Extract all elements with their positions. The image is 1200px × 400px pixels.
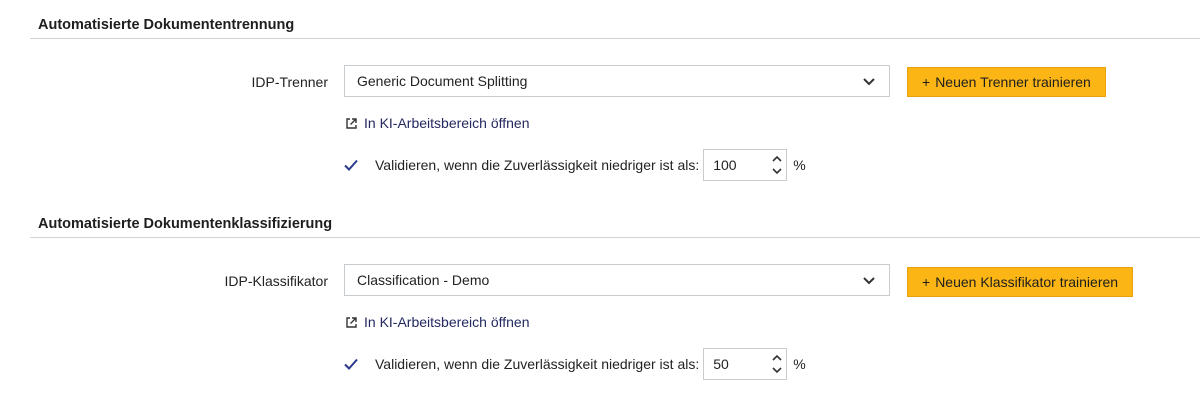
section-title-document-classification: Automatisierte Dokumentenklassifizierung: [38, 216, 333, 232]
threshold-stepper-classifier[interactable]: 50: [703, 348, 788, 380]
validate-row-splitter: Validieren, wenn die Zuverlässigkeit nie…: [343, 149, 806, 181]
open-ai-workspace-link-splitter[interactable]: In KI-Arbeitsbereich öffnen: [345, 115, 530, 131]
train-splitter-button[interactable]: + Neuen Trenner trainieren: [907, 67, 1106, 97]
stepper-down-icon[interactable]: [772, 168, 782, 174]
stepper-down-icon[interactable]: [772, 367, 782, 373]
section-title-document-splitting: Automatisierte Dokumententrennung: [38, 17, 295, 33]
section-divider: [30, 38, 1200, 39]
percent-unit: %: [793, 356, 806, 372]
chevron-down-icon: [863, 277, 875, 285]
checkmark-icon: [344, 358, 358, 370]
validate-checkbox-classifier[interactable]: [343, 356, 359, 372]
plus-icon: +: [922, 74, 931, 90]
validate-row-classifier: Validieren, wenn die Zuverlässigkeit nie…: [343, 348, 806, 380]
idp-splitter-label: IDP-Trenner: [251, 74, 328, 90]
checkmark-icon: [344, 159, 358, 171]
threshold-value-classifier[interactable]: 50: [704, 356, 768, 372]
open-ai-workspace-link-label: In KI-Arbeitsbereich öffnen: [364, 314, 530, 330]
threshold-value-splitter[interactable]: 100: [704, 157, 768, 173]
idp-splitter-select[interactable]: Generic Document Splitting: [344, 65, 890, 97]
idp-classifier-select[interactable]: Classification - Demo: [344, 264, 890, 296]
plus-icon: +: [922, 274, 931, 290]
percent-unit: %: [793, 157, 806, 173]
idp-classifier-select-value: Classification - Demo: [357, 272, 490, 288]
external-link-icon: [346, 117, 357, 129]
validate-label-splitter: Validieren, wenn die Zuverlässigkeit nie…: [375, 157, 700, 173]
validate-checkbox-splitter[interactable]: [343, 157, 359, 173]
train-classifier-button[interactable]: + Neuen Klassifikator trainieren: [907, 267, 1134, 297]
chevron-down-icon: [863, 78, 875, 86]
idp-classifier-label: IDP-Klassifikator: [224, 273, 328, 289]
validate-label-classifier: Validieren, wenn die Zuverlässigkeit nie…: [375, 356, 700, 372]
open-ai-workspace-link-classifier[interactable]: In KI-Arbeitsbereich öffnen: [345, 314, 530, 330]
train-classifier-button-label: Neuen Klassifikator trainieren: [935, 274, 1119, 290]
open-ai-workspace-link-label: In KI-Arbeitsbereich öffnen: [364, 115, 530, 131]
train-splitter-button-label: Neuen Trenner trainieren: [935, 74, 1091, 90]
threshold-stepper-splitter[interactable]: 100: [703, 149, 788, 181]
stepper-up-icon[interactable]: [772, 355, 782, 361]
external-link-icon: [346, 316, 357, 328]
section-divider: [30, 237, 1200, 238]
stepper-up-icon[interactable]: [772, 156, 782, 162]
idp-splitter-select-value: Generic Document Splitting: [357, 73, 528, 89]
